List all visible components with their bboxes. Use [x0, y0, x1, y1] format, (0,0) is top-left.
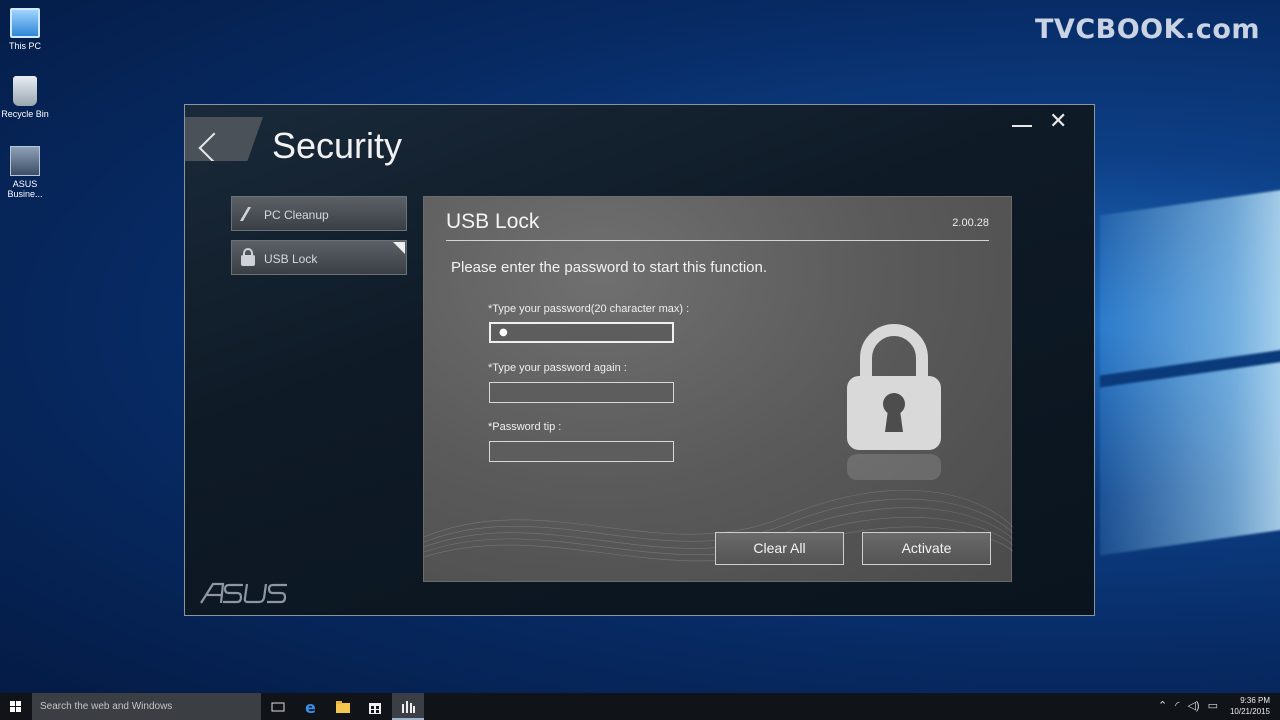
desktop-icon-label: Recycle Bin: [1, 109, 49, 119]
panel-title: USB Lock: [446, 210, 540, 233]
back-button[interactable]: [185, 117, 263, 161]
back-arrow-icon: [198, 132, 230, 161]
show-hidden-icons-chevron-icon[interactable]: ⌃: [1158, 699, 1167, 712]
clock-date: 10/21/2015: [1229, 707, 1270, 716]
taskbar: e ⌃ ◜ ◁) ▭ 9:36 PM 10/21/2015: [0, 693, 1280, 720]
recycle-bin-icon: [13, 76, 37, 106]
file-explorer-button[interactable]: [327, 693, 359, 720]
asus-logo-mark: [200, 582, 287, 604]
taskbar-clock[interactable]: 9:36 PM 10/21/2015: [1230, 695, 1270, 717]
desktop-icon-asus-business[interactable]: ASUS Busine...: [0, 146, 50, 199]
asus-security-taskbar-button[interactable]: [392, 693, 424, 720]
sidebar-item-usb-lock[interactable]: USB Lock: [231, 240, 407, 275]
notifications-icon[interactable]: ▭: [1208, 699, 1218, 712]
store-icon: [369, 702, 381, 714]
asus-app-icon: [402, 700, 415, 713]
lock-icon: [241, 248, 255, 266]
activate-button[interactable]: Activate: [862, 532, 991, 565]
close-button[interactable]: ✕: [1049, 110, 1067, 132]
desktop-icon-label: ASUS Busine...: [7, 179, 43, 199]
clock-time: 9:36 PM: [1240, 696, 1270, 705]
version-label: 2.00.28: [952, 217, 989, 229]
store-button[interactable]: [359, 693, 391, 720]
network-icon[interactable]: ◜: [1175, 699, 1179, 712]
sidebar-item-label: USB Lock: [264, 252, 318, 266]
window-title: Security: [272, 125, 403, 166]
password-label: *Type your password(20 character max) :: [488, 303, 690, 315]
task-view-icon: [271, 702, 285, 711]
password-tip-input[interactable]: [489, 441, 674, 462]
task-view-button[interactable]: [262, 693, 294, 720]
title-divider: [446, 240, 989, 241]
taskbar-search-input[interactable]: [32, 693, 261, 720]
asus-logo: [199, 581, 291, 611]
clear-all-button[interactable]: Clear All: [715, 532, 844, 565]
windows-logo-glow: [1100, 184, 1280, 556]
sidebar-item-pc-cleanup[interactable]: PC Cleanup: [231, 196, 407, 231]
computer-icon: [10, 8, 40, 38]
password-tip-label: *Password tip :: [488, 421, 562, 433]
start-button[interactable]: [0, 693, 32, 720]
system-tray: ⌃ ◜ ◁) ▭: [1158, 699, 1218, 712]
minimize-button[interactable]: [1012, 125, 1032, 127]
edge-icon: e: [305, 699, 316, 715]
windows-logo-icon: [10, 701, 21, 712]
password-confirm-input[interactable]: [489, 382, 674, 403]
edge-browser-button[interactable]: e: [295, 693, 327, 720]
padlock-icon: [847, 324, 941, 480]
folder-icon: [336, 700, 350, 713]
svg-text:e: e: [305, 699, 316, 715]
desktop-icon-this-pc[interactable]: This PC: [0, 8, 50, 51]
password-confirm-label: *Type your password again :: [488, 362, 627, 374]
instruction-text: Please enter the password to start this …: [451, 259, 768, 276]
password-input[interactable]: [489, 322, 674, 343]
security-window: Security ✕ PC Cleanup USB Lock USB Lock …: [184, 104, 1095, 616]
asus-app-icon: [10, 146, 40, 176]
volume-icon[interactable]: ◁): [1187, 699, 1199, 712]
usb-lock-panel: USB Lock 2.00.28 Please enter the passwo…: [423, 196, 1013, 582]
desktop-icon-label: This PC: [8, 41, 41, 51]
desktop-icon-recycle-bin[interactable]: Recycle Bin: [0, 76, 50, 119]
watermark: TVCBOOK.com: [1035, 14, 1260, 45]
sidebar-item-label: PC Cleanup: [264, 208, 329, 222]
broom-icon: [239, 207, 265, 221]
